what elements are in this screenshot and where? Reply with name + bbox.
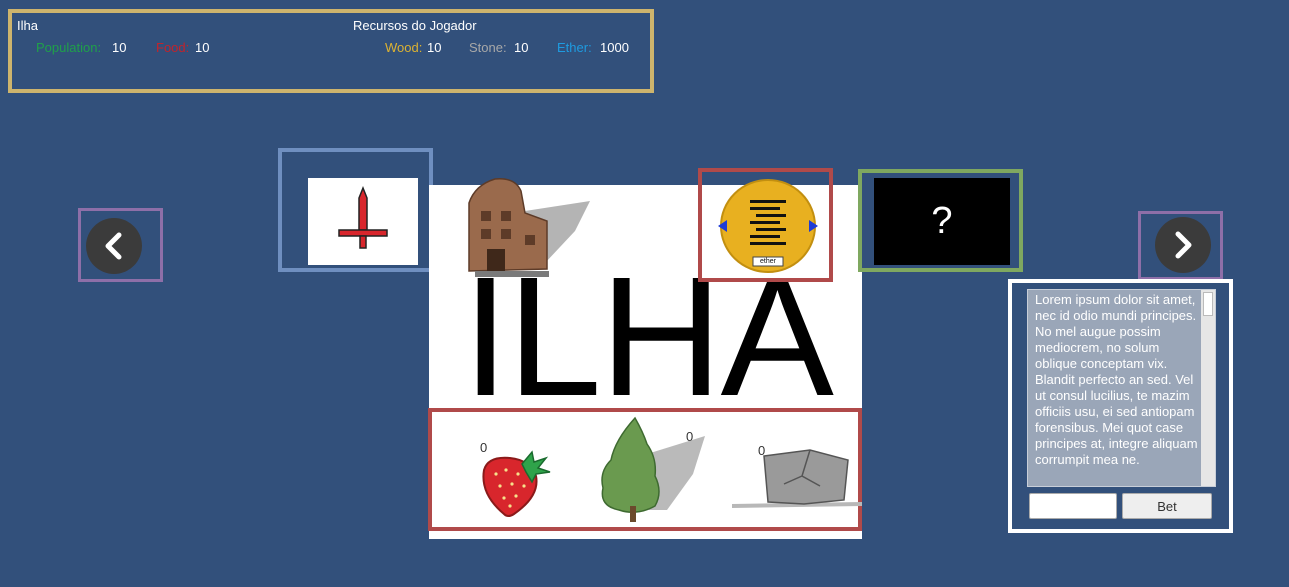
stone-value: 10	[514, 40, 529, 55]
food-label: Food:	[156, 40, 190, 55]
ether-label: Ether:	[557, 40, 592, 55]
chevron-right-icon	[1175, 231, 1192, 259]
wood-label: Wood:	[385, 40, 423, 55]
food-value: 10	[195, 40, 210, 55]
next-button[interactable]	[1155, 217, 1211, 273]
sword-icon	[338, 185, 388, 249]
population-value: 10	[112, 40, 127, 55]
mystery-card[interactable]: ?	[874, 178, 1010, 265]
tree-icon	[601, 416, 705, 522]
bet-amount-input[interactable]	[1029, 493, 1117, 519]
bet-button[interactable]: Bet	[1122, 493, 1212, 519]
stone-label: Stone:	[469, 40, 507, 55]
description-scrollbar[interactable]	[1201, 290, 1215, 486]
description-textarea[interactable]: Lorem ipsum dolor sit amet, nec id odio …	[1027, 289, 1216, 487]
attack-card[interactable]	[308, 178, 418, 265]
island-name: Ilha	[17, 18, 38, 33]
mystery-card-text: ?	[931, 200, 953, 242]
ether-value: 1000	[600, 40, 629, 55]
wood-value: 10	[427, 40, 442, 55]
chevron-left-icon	[105, 232, 122, 260]
island-resources-frame: 0 0 0	[428, 408, 862, 531]
population-label: Population:	[36, 40, 102, 55]
player-resources-title: Recursos do Jogador	[353, 18, 477, 33]
prev-button[interactable]	[86, 218, 142, 274]
strawberry-icon	[482, 450, 551, 517]
bet-panel: Lorem ipsum dolor sit amet, nec id odio …	[1008, 279, 1233, 533]
ether-card[interactable]: ether	[717, 178, 819, 274]
player-resources-hud: Ilha Recursos do Jogador Population: 10 …	[8, 9, 654, 93]
ether-coin-label: ether	[760, 258, 776, 265]
rock-icon	[732, 449, 862, 508]
description-text: Lorem ipsum dolor sit amet, nec id odio …	[1035, 292, 1198, 467]
description-scroll-thumb[interactable]	[1203, 292, 1213, 316]
